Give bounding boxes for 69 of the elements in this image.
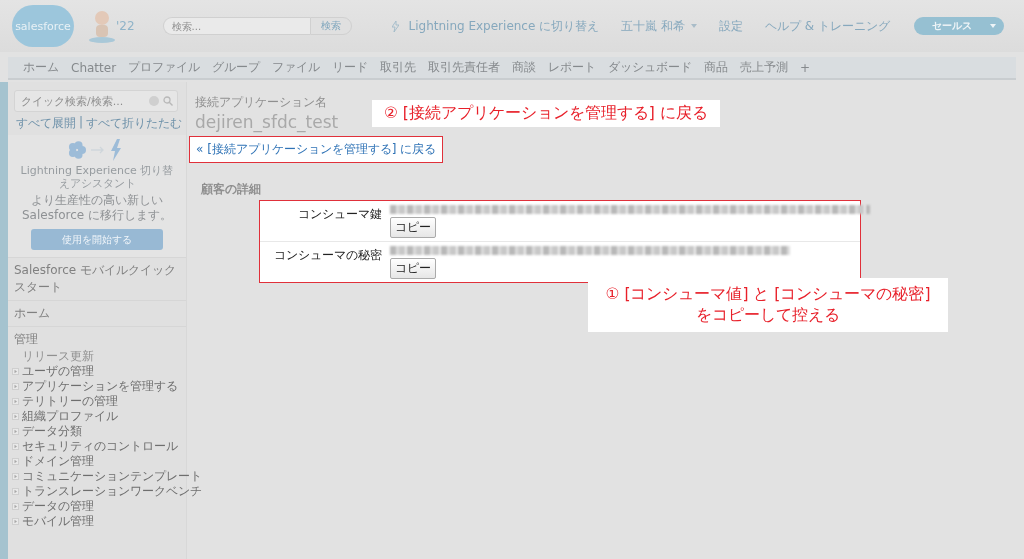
nav-tab[interactable]: リード — [327, 57, 374, 78]
sidebar-item[interactable]: データ分類 — [22, 423, 82, 439]
expand-icon[interactable] — [12, 427, 19, 435]
sidebar-item[interactable]: テリトリーの管理 — [22, 393, 118, 409]
nav-tab[interactable]: グループ — [207, 57, 266, 78]
nav-tab[interactable]: 売上予測 — [735, 57, 794, 78]
release-label: '22 — [116, 19, 135, 33]
nav-tab[interactable]: ダッシュボード — [603, 57, 698, 78]
salesforce-logo: salesforce — [12, 5, 74, 47]
collapse-all-link[interactable]: すべて折りたたむ — [86, 115, 182, 132]
sidebar-item[interactable]: トランスレーションワークベンチ — [22, 483, 202, 499]
sidebar-item[interactable]: 組織プロファイル — [22, 408, 118, 424]
header-link[interactable]: ヘルプ & トレーニング — [765, 17, 890, 35]
expand-icon[interactable] — [12, 457, 19, 465]
sidebar-section-title[interactable]: Salesforce モバイルクイックスタート — [8, 257, 186, 300]
expand-icon[interactable] — [12, 367, 19, 375]
sidebar-item[interactable]: ユーザの管理 — [22, 363, 94, 379]
expand-icon[interactable] — [12, 412, 19, 420]
expand-icon[interactable] — [12, 442, 19, 450]
nav-tab[interactable]: 取引先責任者 — [423, 57, 506, 78]
quick-search-input[interactable]: クイック検索/検索... — [19, 93, 145, 109]
field-label: コンシューマの秘密 — [273, 247, 382, 264]
search-icon[interactable] — [163, 96, 173, 106]
assistant-title: Lightning Experience 切り替えアシスタント — [19, 164, 175, 191]
nav-tab[interactable]: 商談 — [507, 57, 542, 78]
nav-tab[interactable]: ファイル — [267, 57, 326, 78]
copy-button[interactable]: コピー — [390, 217, 436, 238]
field-label: コンシューマ鍵 — [297, 206, 382, 223]
copy-button[interactable]: コピー — [390, 258, 436, 279]
expand-icon[interactable] — [12, 487, 19, 495]
page-subtitle: 接続アプリケーション名 — [195, 94, 327, 111]
search-button[interactable]: 検索 — [309, 17, 352, 35]
caret-icon — [691, 24, 697, 28]
start-button[interactable]: 使用を開始する — [31, 229, 163, 251]
page-title: dejiren_sfdc_test — [195, 112, 339, 132]
caret-icon — [990, 24, 996, 28]
expand-icon[interactable] — [12, 517, 19, 525]
separator: | — [78, 115, 83, 131]
expand-icon[interactable] — [12, 502, 19, 510]
nav-tab[interactable]: + — [795, 57, 816, 78]
annotation-callout: ① [コンシューマ値] と [コンシューマの秘密] をコピーして控える — [588, 278, 948, 332]
assistant-description: より生産性の高い新しい Salesforce に移行します。 — [21, 193, 173, 224]
expand-all-link[interactable]: すべて展開 — [15, 115, 76, 132]
expand-icon[interactable] — [12, 472, 19, 480]
nav-tab[interactable]: ホーム — [18, 57, 64, 78]
header-link[interactable]: Lightning Experience に切り替え — [408, 17, 600, 35]
expand-icon[interactable] — [12, 397, 19, 405]
sidebar-item[interactable]: コミュニケーションテンプレート — [22, 468, 202, 484]
app-menu-button[interactable]: セールス — [914, 17, 1004, 35]
nav-tab[interactable]: プロファイル — [123, 57, 206, 78]
header-link[interactable]: 設定 — [719, 17, 743, 35]
lightning-icon — [391, 20, 399, 32]
sidebar-item[interactable]: データの管理 — [22, 498, 94, 514]
sidebar-item[interactable]: モバイル管理 — [22, 513, 94, 529]
annotation-callout: ② [接続アプリケーションを管理する] に戻る — [372, 100, 720, 127]
expand-icon[interactable] — [12, 382, 19, 390]
nav-tab[interactable]: レポート — [543, 57, 602, 78]
figure-drawing — [88, 9, 116, 43]
nav-tab[interactable]: 取引先 — [375, 57, 422, 78]
user-menu[interactable]: 五十嵐 和希 — [621, 17, 685, 35]
section-title: 顧客の詳細 — [201, 181, 261, 198]
sidebar-item[interactable]: セキュリティのコントロール — [22, 438, 178, 454]
sidebar-item[interactable]: ドメイン管理 — [22, 453, 94, 469]
quick-search-box[interactable]: クイック検索/検索... — [14, 90, 178, 112]
sidebar-item[interactable]: アプリケーションを管理する — [22, 378, 178, 394]
sidebar-section-title[interactable]: ホーム — [8, 299, 186, 326]
nav-tab[interactable]: Chatter — [66, 57, 122, 78]
back-link[interactable]: « [接続アプリケーションを管理する] に戻る — [189, 136, 444, 163]
nav-tab[interactable]: 商品 — [699, 57, 734, 78]
